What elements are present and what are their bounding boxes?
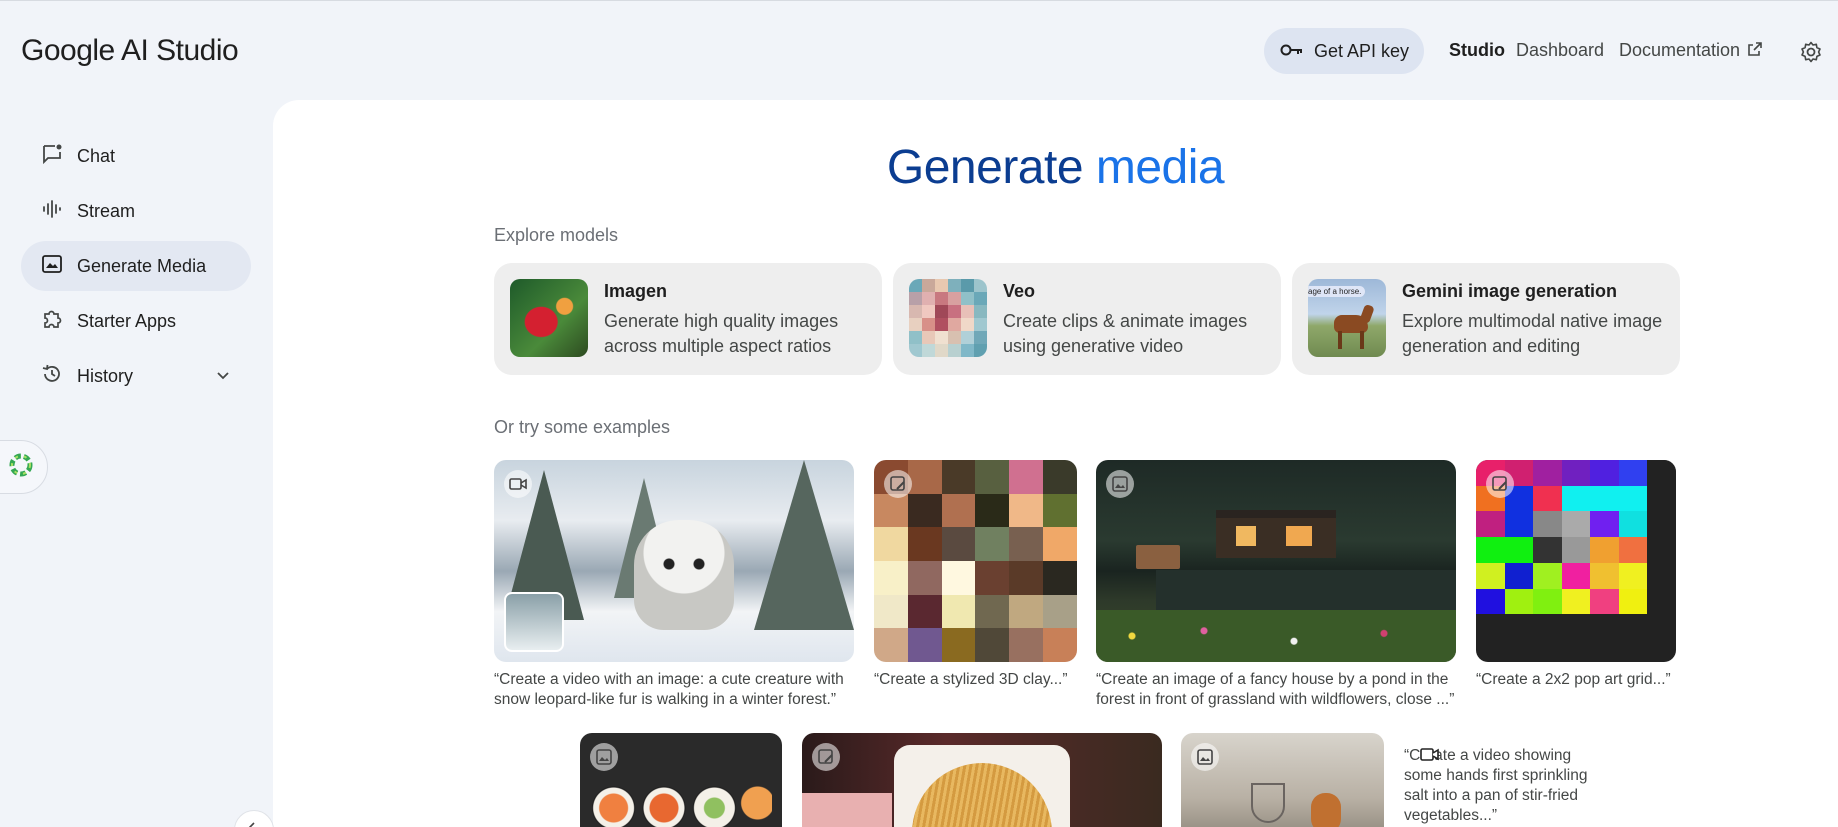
floating-assistant-button[interactable] xyxy=(0,440,48,494)
image-edit-icon xyxy=(812,743,840,771)
key-icon xyxy=(1280,41,1304,62)
nav-documentation-link[interactable]: Documentation xyxy=(1619,40,1762,61)
gemini-image-thumbnail: age of a horse. xyxy=(1308,279,1386,357)
sidebar-item-label: Chat xyxy=(77,145,116,166)
explore-models-label: Explore models xyxy=(494,225,619,245)
google-ai-studio-logo[interactable]: Google AI Studio xyxy=(21,34,239,68)
bunny-shape xyxy=(1311,793,1341,827)
example-card-stir-fry[interactable]: “Create a video showing some hands first… xyxy=(1404,746,1594,826)
sidebar-item-label: History xyxy=(77,365,134,386)
puzzle-icon xyxy=(41,308,63,335)
glass-shape xyxy=(1251,783,1285,823)
model-name: Veo xyxy=(1003,281,1036,301)
model-description: Create clips & animate images using gene… xyxy=(1003,311,1248,356)
example-card-kitchen[interactable] xyxy=(1181,733,1384,827)
example-card-pop-art[interactable] xyxy=(1476,460,1676,662)
model-card-imagen[interactable]: Imagen Generate high quality images acro… xyxy=(494,263,882,375)
horse-leg-shape xyxy=(1360,331,1364,349)
pork-shape xyxy=(802,793,892,827)
sidebar-item-generate-media[interactable]: Generate Media xyxy=(21,241,251,291)
image-icon xyxy=(1106,470,1134,498)
external-link-icon xyxy=(1748,40,1762,61)
nav-studio-link[interactable]: Studio xyxy=(1449,40,1505,61)
waveform-icon xyxy=(41,198,63,225)
get-api-key-button[interactable]: Get API key xyxy=(1264,28,1424,74)
spark-ring-icon xyxy=(7,451,35,484)
title-part-media: media xyxy=(1095,141,1225,194)
history-icon xyxy=(41,363,63,390)
collapse-sidebar-button[interactable] xyxy=(234,810,274,827)
get-api-key-label: Get API key xyxy=(1314,40,1410,61)
video-icon xyxy=(504,470,532,498)
title-part-generate: Generate xyxy=(886,141,1096,194)
main-content-panel: Generate media Explore models Imagen Gen… xyxy=(273,100,1838,827)
example-card-snow-leopard[interactable] xyxy=(494,460,854,662)
sushi-shape xyxy=(592,783,772,827)
model-card-gemini-image-generation[interactable]: age of a horse. Gemini image generation … xyxy=(1292,263,1680,375)
image-icon xyxy=(41,253,63,280)
leopard-shape xyxy=(634,520,734,630)
model-card-veo[interactable]: Veo Create clips & animate images using … xyxy=(893,263,1281,375)
tree-shape xyxy=(754,460,854,630)
house-shape xyxy=(1216,510,1336,558)
model-name: Gemini image generation xyxy=(1402,281,1618,301)
example-caption: “Create a video with an image: a cute cr… xyxy=(494,671,844,708)
sidebar-item-history[interactable]: History xyxy=(21,351,251,401)
chevron-down-icon[interactable] xyxy=(215,367,231,388)
sign-shape xyxy=(1136,545,1180,569)
veo-thumbnail xyxy=(909,279,987,357)
sidebar-item-label: Generate Media xyxy=(77,255,207,276)
wildflowers-shape xyxy=(1096,610,1456,662)
image-edit-icon xyxy=(884,470,912,498)
page-title: Generate media xyxy=(273,140,1838,195)
image-icon xyxy=(1191,743,1219,771)
sidebar-item-stream[interactable]: Stream xyxy=(21,186,251,236)
sidebar-item-label: Starter Apps xyxy=(77,310,177,331)
example-card-house-pond[interactable] xyxy=(1096,460,1456,662)
example-card-clay[interactable] xyxy=(874,460,1077,662)
model-name: Imagen xyxy=(604,281,668,301)
chevron-left-icon xyxy=(247,819,257,827)
nav-dashboard-link[interactable]: Dashboard xyxy=(1516,40,1604,61)
window-light xyxy=(1286,526,1312,546)
video-icon xyxy=(1420,747,1440,769)
documentation-label: Documentation xyxy=(1619,40,1741,60)
pond-shape xyxy=(1156,570,1456,610)
settings-gear-icon[interactable] xyxy=(1799,40,1823,64)
model-description: Explore multimodal native image generati… xyxy=(1402,311,1663,356)
image-icon xyxy=(590,743,618,771)
example-card-sushi[interactable] xyxy=(580,733,782,827)
top-border xyxy=(0,0,1838,4)
window-light xyxy=(1236,526,1256,546)
logo-product-text: AI Studio xyxy=(120,34,239,67)
sidebar-item-starter-apps[interactable]: Starter Apps xyxy=(21,296,251,346)
sidebar-item-label: Stream xyxy=(77,200,136,221)
example-caption: “Create a 2x2 pop art grid...” xyxy=(1476,671,1671,688)
example-card-ramen[interactable] xyxy=(802,733,1162,827)
horse-leg-shape xyxy=(1338,331,1342,349)
logo-google-text: Google xyxy=(21,34,115,67)
source-image-thumbnail xyxy=(504,592,564,652)
example-caption: “Create a stylized 3D clay...” xyxy=(874,671,1068,688)
model-description: Generate high quality images across mult… xyxy=(604,311,839,356)
imagen-thumbnail xyxy=(510,279,588,357)
horse-neck-shape xyxy=(1359,303,1375,325)
image-edit-icon xyxy=(1486,470,1514,498)
example-caption: “Create an image of a fancy house by a p… xyxy=(1096,671,1455,708)
examples-label: Or try some examples xyxy=(494,417,671,437)
thumb-prompt-chip: age of a horse. xyxy=(1308,286,1366,297)
chat-icon xyxy=(41,143,63,170)
sidebar-item-chat[interactable]: Chat xyxy=(21,131,251,181)
